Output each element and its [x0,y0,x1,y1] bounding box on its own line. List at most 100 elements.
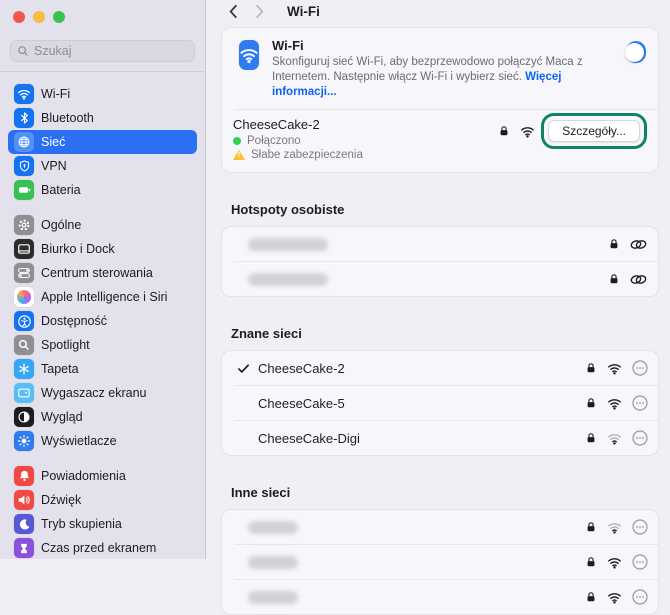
sidebar-item-wi-fi[interactable]: Wi-Fi [8,82,197,106]
connected-network-name: CheeseCake-2 [233,117,363,132]
network-section: Hotspoty osobiste [221,202,659,297]
network-section: Znane sieci CheeseCake-2 CheeseCake-5 Ch… [221,326,659,456]
sidebar-group: Powiadomienia Dźwięk Tryb skupienia Czas… [8,464,197,559]
sidebar-item-ogólne[interactable]: Ogólne [8,213,197,237]
lock-icon [585,555,597,569]
warning-icon: ! [233,150,245,160]
lock-icon [585,361,597,375]
network-row[interactable] [222,545,658,579]
more-button[interactable] [632,519,648,535]
wifi-icon [14,84,34,104]
wifi-icon [606,590,623,605]
speaker-icon [14,490,34,510]
network-sections: Hotspoty osobiste Znane sieci CheeseCake… [221,202,659,615]
more-button[interactable] [632,395,648,411]
section-title: Znane sieci [231,326,659,341]
sidebar-item-label: VPN [41,159,67,173]
sidebar-item-bateria[interactable]: Bateria [8,178,197,202]
more-button[interactable] [632,360,648,376]
row-icons [585,360,648,376]
spotlight-icon [14,335,34,355]
close-button[interactable] [13,11,25,23]
network-name: CheeseCake-Digi [258,431,360,446]
network-list: CheeseCake-2 CheeseCake-5 CheeseCake-Dig… [221,350,659,456]
sidebar-item-label: Biurko i Dock [41,242,115,256]
sidebar-item-powiadomienia[interactable]: Powiadomienia [8,464,197,488]
settings-scroll-area: Wi-Fi Skonfiguruj sieć Wi-Fi, aby bezprz… [206,22,670,615]
globe-icon [14,132,34,152]
bell-icon [14,466,34,486]
row-icons [585,395,648,411]
sidebar-item-sieć[interactable]: Sieć [8,130,197,154]
wifi-icon [606,555,623,570]
sidebar-item-dźwięk[interactable]: Dźwięk [8,488,197,512]
network-row-cheesecake-5[interactable]: CheeseCake-5 [222,386,658,420]
redacted-network-name [248,238,328,251]
sidebar-item-dostępność[interactable]: Dostępność [8,309,197,333]
connected-dot-icon [233,137,241,145]
section-title: Inne sieci [231,485,659,500]
lock-icon [498,124,510,138]
row-icons [608,272,648,286]
sidebar-item-wygaszacz-ekranu[interactable]: Wygaszacz ekranu [8,381,197,405]
more-button[interactable] [632,589,648,605]
lock-icon [608,237,620,251]
bluetooth-icon [14,108,34,128]
sidebar-item-wyświetlacze[interactable]: Wyświetlacze [8,429,197,453]
more-button[interactable] [632,554,648,570]
wifi-icon [606,361,623,376]
wifi-icon [606,396,623,411]
wifi-signal-icon [519,124,536,139]
row-icons [585,589,648,605]
zoom-button[interactable] [53,11,65,23]
forward-button[interactable] [249,0,271,22]
lock-icon [585,520,597,534]
sidebar-item-label: Sieć [41,135,65,149]
search-input[interactable]: Szukaj [10,40,195,62]
connected-network-row: CheeseCake-2 Połączono ! Słabe zabezpiec… [222,110,658,172]
sidebar-item-label: Tryb skupienia [41,517,122,531]
wifi-setting-title: Wi-Fi [272,38,626,53]
details-button[interactable]: Szczegóły... [548,120,640,142]
sidebar-item-centrum-sterowania[interactable]: Centrum sterowania [8,261,197,285]
redacted-network-name [248,273,328,286]
sidebar-item-bluetooth[interactable]: Bluetooth [8,106,197,130]
moon-icon [14,514,34,534]
wifi-card: Wi-Fi Skonfiguruj sieć Wi-Fi, aby bezprz… [221,27,659,173]
sidebar-item-label: Apple Intelligence i Siri [41,290,167,304]
network-row[interactable] [222,227,658,261]
sidebar-item-label: Wi-Fi [41,87,70,101]
sidebar-item-tryb-skupienia[interactable]: Tryb skupienia [8,512,197,536]
sidebar-group: Wi-Fi Bluetooth Sieć VPN Bateria [8,82,197,202]
network-row[interactable] [222,510,658,544]
network-row[interactable] [222,580,658,614]
hourglass-icon [14,538,34,558]
wifi-weak-icon [606,431,623,446]
sidebar-item-czas-przed-ekranem[interactable]: Czas przed ekranem [8,536,197,559]
sidebar-item-label: Centrum sterowania [41,266,153,280]
network-row-cheesecake-2[interactable]: CheeseCake-2 [222,351,658,385]
network-row-cheesecake-digi[interactable]: CheeseCake-Digi [222,421,658,455]
wifi-toggle[interactable] [626,41,646,63]
dock-icon [14,239,34,259]
back-button[interactable] [222,0,244,22]
minimize-button[interactable] [33,11,45,23]
wifi-weak-icon [606,520,623,535]
network-name: CheeseCake-5 [258,396,345,411]
sidebar-item-label: Wygląd [41,410,83,424]
sidebar-item-spotlight[interactable]: Spotlight [8,333,197,357]
sidebar-item-label: Bateria [41,183,81,197]
sidebar-item-label: Dźwięk [41,493,81,507]
network-row[interactable] [222,262,658,296]
lock-icon [585,396,597,410]
sidebar-item-tapeta[interactable]: Tapeta [8,357,197,381]
sidebar-item-biurko-i-dock[interactable]: Biurko i Dock [8,237,197,261]
redacted-network-name [248,591,298,604]
more-button[interactable] [632,430,648,446]
sidebar-item-apple-intelligence-i-siri[interactable]: Apple Intelligence i Siri [8,285,197,309]
sidebar-nav: Wi-Fi Bluetooth Sieć VPN Bateria Ogólne … [0,72,205,559]
gear-icon [14,215,34,235]
sidebar-item-wygląd[interactable]: Wygląd [8,405,197,429]
sidebar-item-vpn[interactable]: VPN [8,154,197,178]
section-title: Hotspoty osobiste [231,202,659,217]
